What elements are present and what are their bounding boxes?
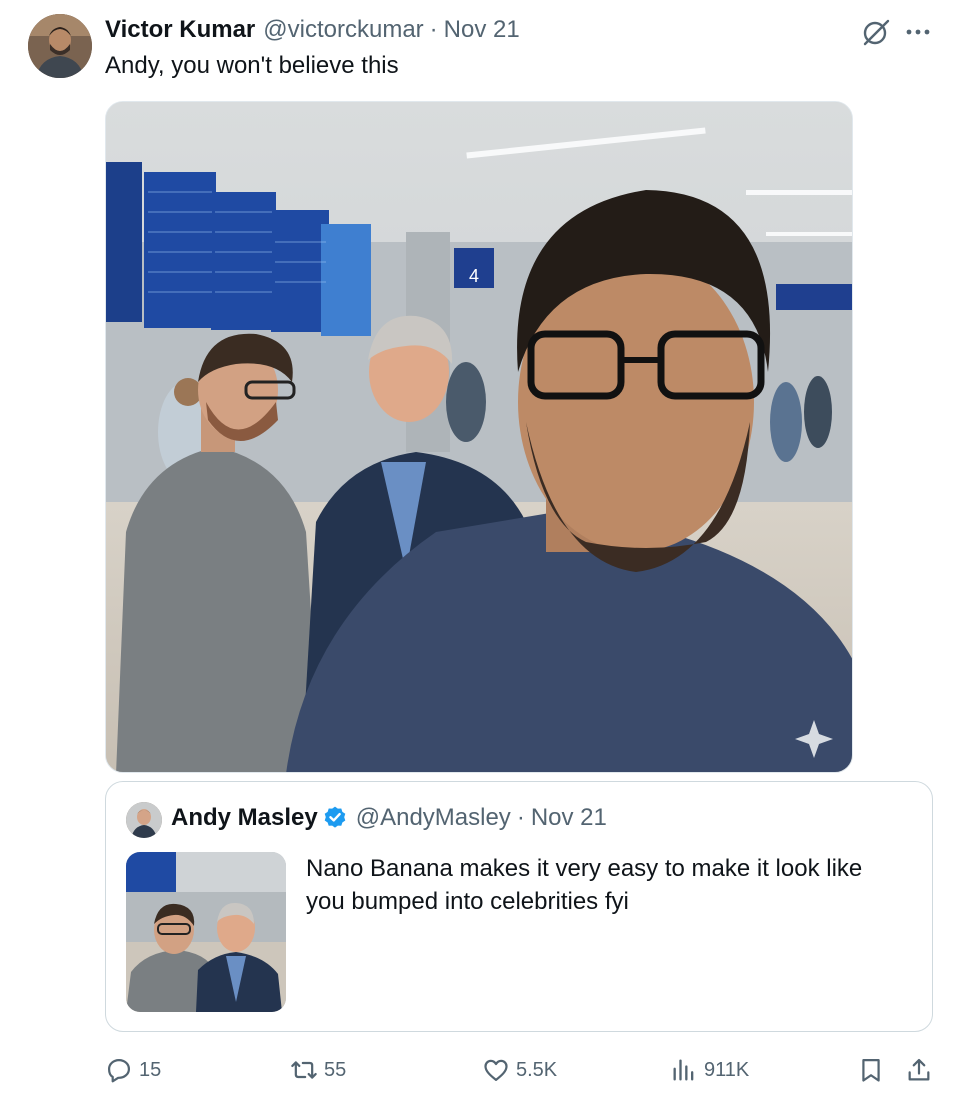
separator: · <box>516 804 525 831</box>
quoted-post-date[interactable]: Nov 21 <box>531 804 607 832</box>
quoted-media-thumbnail[interactable] <box>126 852 286 1012</box>
quoted-author-name[interactable]: Andy Masley <box>171 804 318 832</box>
bookmark-icon <box>862 1058 880 1082</box>
repost-icon <box>291 1061 317 1079</box>
bookmark-button[interactable] <box>857 1050 885 1090</box>
views-icon <box>673 1059 694 1081</box>
reply-icon <box>107 1058 131 1083</box>
gate-sign: 4 <box>469 266 479 286</box>
author-handle[interactable]: @victorckumar <box>263 16 423 44</box>
post-text: Andy, you won't believe this <box>105 52 399 79</box>
repost-button[interactable]: 55 <box>290 1050 346 1090</box>
post-date[interactable]: Nov 21 <box>444 16 520 44</box>
author-name[interactable]: Victor Kumar <box>105 16 255 44</box>
views-count: 911K <box>704 1058 750 1081</box>
heart-icon <box>484 1059 508 1082</box>
share-icon <box>908 1058 930 1081</box>
post-media-image[interactable]: 4 <box>105 101 853 773</box>
more-icon[interactable] <box>902 18 934 46</box>
repost-count: 55 <box>324 1058 347 1081</box>
quoted-author-avatar[interactable] <box>126 802 162 838</box>
separator: · <box>429 16 438 43</box>
like-count: 5.5K <box>516 1058 558 1081</box>
grok-icon[interactable] <box>860 16 892 48</box>
quoted-post-header: Andy Masley @AndyMasley · Nov 21 <box>171 804 607 832</box>
tweet[interactable]: Victor Kumar @victorckumar · Nov 21 Andy… <box>0 0 956 1100</box>
like-button[interactable]: 5.5K <box>482 1050 557 1090</box>
post-header: Victor Kumar @victorckumar · Nov 21 <box>105 16 520 46</box>
reply-button[interactable]: 15 <box>105 1050 161 1090</box>
quoted-author-handle[interactable]: @AndyMasley <box>356 804 511 832</box>
action-bar: 15 55 5.5K 911K <box>105 1050 935 1090</box>
share-button[interactable] <box>905 1050 933 1090</box>
author-avatar[interactable] <box>28 14 92 78</box>
quoted-post-text: Nano Banana makes it very easy to make i… <box>306 855 863 915</box>
views-button[interactable]: 911K <box>670 1050 749 1090</box>
quoted-post[interactable]: Andy Masley @AndyMasley · Nov 21 Nano Ba… <box>105 781 933 1032</box>
verified-badge-icon <box>324 806 346 828</box>
reply-count: 15 <box>139 1058 162 1081</box>
